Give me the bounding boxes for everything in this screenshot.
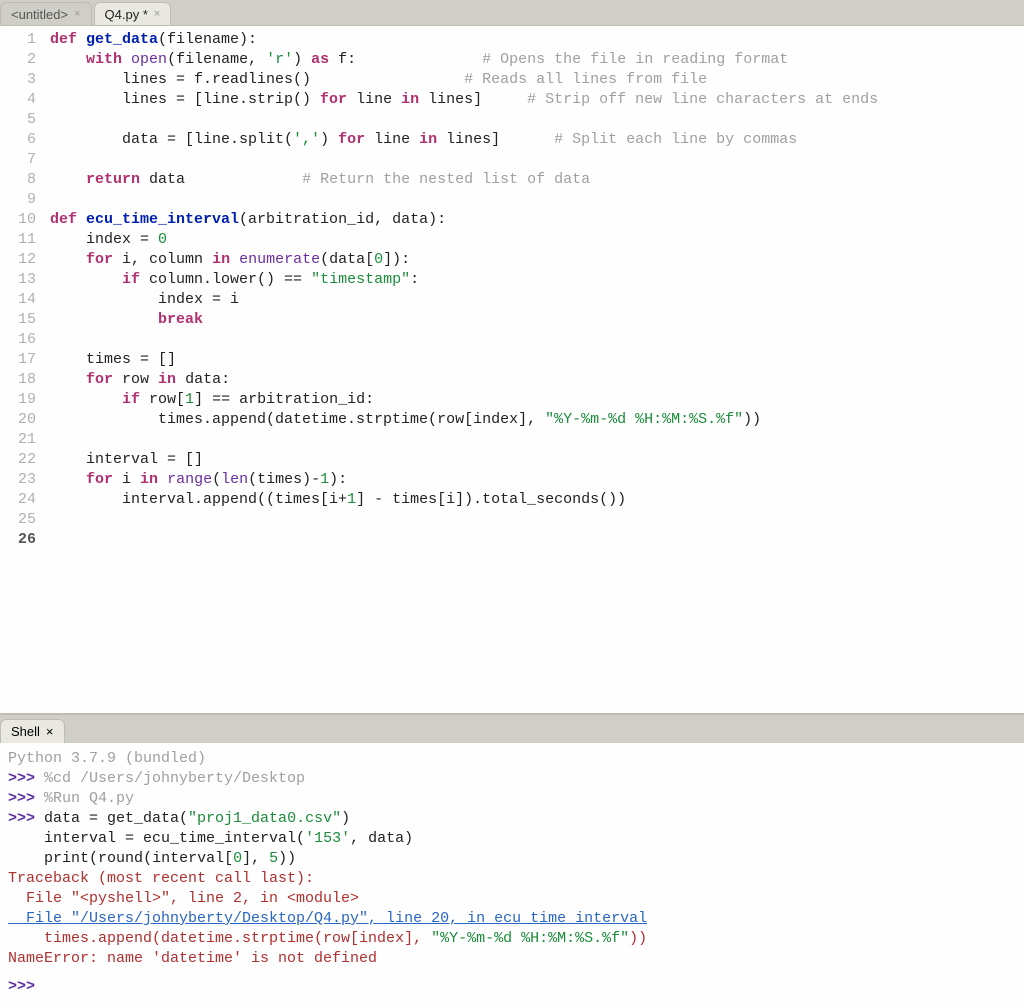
code-line[interactable] <box>50 150 1024 170</box>
tab-label: <untitled> <box>11 7 68 22</box>
code-line[interactable]: times.append(datetime.strptime(row[index… <box>50 410 1024 430</box>
close-icon[interactable]: × <box>154 8 160 20</box>
code-area[interactable]: def get_data(filename): with open(filena… <box>44 26 1024 713</box>
line-number: 24 <box>4 490 36 510</box>
shell-version: Python 3.7.9 (bundled) <box>8 749 1016 769</box>
line-number: 23 <box>4 470 36 490</box>
shell-cmd: %cd /Users/johnyberty/Desktop <box>44 770 305 787</box>
line-number: 8 <box>4 170 36 190</box>
code-line[interactable]: if row[1] == arbitration_id: <box>50 390 1024 410</box>
code-line[interactable]: def ecu_time_interval(arbitration_id, da… <box>50 210 1024 230</box>
line-number: 12 <box>4 250 36 270</box>
line-number: 5 <box>4 110 36 130</box>
tab-untitled[interactable]: <untitled> × <box>0 2 92 25</box>
line-number: 20 <box>4 410 36 430</box>
code-line[interactable]: def get_data(filename): <box>50 30 1024 50</box>
line-number: 7 <box>4 150 36 170</box>
close-icon[interactable]: × <box>46 724 54 739</box>
code-line[interactable]: lines = [line.strip() for line in lines]… <box>50 90 1024 110</box>
shell-error: Traceback (most recent call last): <box>8 869 1016 889</box>
line-number: 13 <box>4 270 36 290</box>
shell-output[interactable]: Python 3.7.9 (bundled)>>> %cd /Users/joh… <box>0 743 1024 1007</box>
code-line[interactable] <box>50 330 1024 350</box>
shell-prompt: >>> <box>8 810 44 827</box>
code-line[interactable]: return data # Return the nested list of … <box>50 170 1024 190</box>
line-number: 21 <box>4 430 36 450</box>
line-number-gutter: 1234567891011121314151617181920212223242… <box>0 26 44 713</box>
code-line[interactable]: times = [] <box>50 350 1024 370</box>
shell-line: interval = ecu_time_interval('153', data… <box>8 829 1016 849</box>
line-number: 15 <box>4 310 36 330</box>
code-line[interactable] <box>50 510 1024 530</box>
line-number: 4 <box>4 90 36 110</box>
shell-line: >>> %Run Q4.py <box>8 789 1016 809</box>
code-line[interactable]: if column.lower() == "timestamp": <box>50 270 1024 290</box>
code-line[interactable] <box>50 110 1024 130</box>
code-line[interactable]: lines = f.readlines() # Reads all lines … <box>50 70 1024 90</box>
shell-prompt-line[interactable]: >>> <box>8 977 1016 997</box>
line-number: 25 <box>4 510 36 530</box>
code-line[interactable]: interval.append((times[i+1] - times[i]).… <box>50 490 1024 510</box>
line-number: 9 <box>4 190 36 210</box>
line-number: 6 <box>4 130 36 150</box>
tab-shell[interactable]: Shell × <box>0 719 65 743</box>
code-line[interactable]: for row in data: <box>50 370 1024 390</box>
shell-prompt: >>> <box>8 770 44 787</box>
editor-tab-bar: <untitled> × Q4.py * × <box>0 0 1024 26</box>
close-icon[interactable]: × <box>74 8 80 20</box>
code-editor[interactable]: 1234567891011121314151617181920212223242… <box>0 26 1024 715</box>
code-line[interactable]: index = i <box>50 290 1024 310</box>
line-number: 14 <box>4 290 36 310</box>
shell-error: NameError: name 'datetime' is not define… <box>8 949 1016 969</box>
traceback-link[interactable]: File "/Users/johnyberty/Desktop/Q4.py", … <box>8 910 647 927</box>
code-line[interactable]: for i, column in enumerate(data[0]): <box>50 250 1024 270</box>
code-line[interactable] <box>50 430 1024 450</box>
tab-label: Q4.py * <box>105 7 148 22</box>
tab-label: Shell <box>11 724 40 739</box>
shell-traceback-link[interactable]: File "/Users/johnyberty/Desktop/Q4.py", … <box>8 909 1016 929</box>
code-line[interactable]: data = [line.split(',') for line in line… <box>50 130 1024 150</box>
code-line[interactable]: break <box>50 310 1024 330</box>
shell-line: >>> %cd /Users/johnyberty/Desktop <box>8 769 1016 789</box>
code-line[interactable]: interval = [] <box>50 450 1024 470</box>
code-line[interactable] <box>50 190 1024 210</box>
line-number: 26 <box>4 530 36 550</box>
shell-tab-bar: Shell × <box>0 715 1024 743</box>
line-number: 22 <box>4 450 36 470</box>
shell-error: times.append(datetime.strptime(row[index… <box>8 929 1016 949</box>
shell-panel: Shell × Python 3.7.9 (bundled)>>> %cd /U… <box>0 715 1024 1007</box>
tab-q4[interactable]: Q4.py * × <box>94 2 172 25</box>
shell-cmd: %Run Q4.py <box>44 790 134 807</box>
line-number: 19 <box>4 390 36 410</box>
line-number: 1 <box>4 30 36 50</box>
shell-error: File "<pyshell>", line 2, in <module> <box>8 889 1016 909</box>
code-line[interactable]: with open(filename, 'r') as f: # Opens t… <box>50 50 1024 70</box>
shell-prompt: >>> <box>8 790 44 807</box>
code-line[interactable]: index = 0 <box>50 230 1024 250</box>
code-line[interactable] <box>50 530 1024 550</box>
line-number: 2 <box>4 50 36 70</box>
shell-line: print(round(interval[0], 5)) <box>8 849 1016 869</box>
line-number: 10 <box>4 210 36 230</box>
shell-line: >>> data = get_data("proj1_data0.csv") <box>8 809 1016 829</box>
line-number: 18 <box>4 370 36 390</box>
line-number: 3 <box>4 70 36 90</box>
line-number: 11 <box>4 230 36 250</box>
code-line[interactable]: for i in range(len(times)-1): <box>50 470 1024 490</box>
line-number: 16 <box>4 330 36 350</box>
line-number: 17 <box>4 350 36 370</box>
shell-prompt[interactable]: >>> <box>8 978 35 995</box>
